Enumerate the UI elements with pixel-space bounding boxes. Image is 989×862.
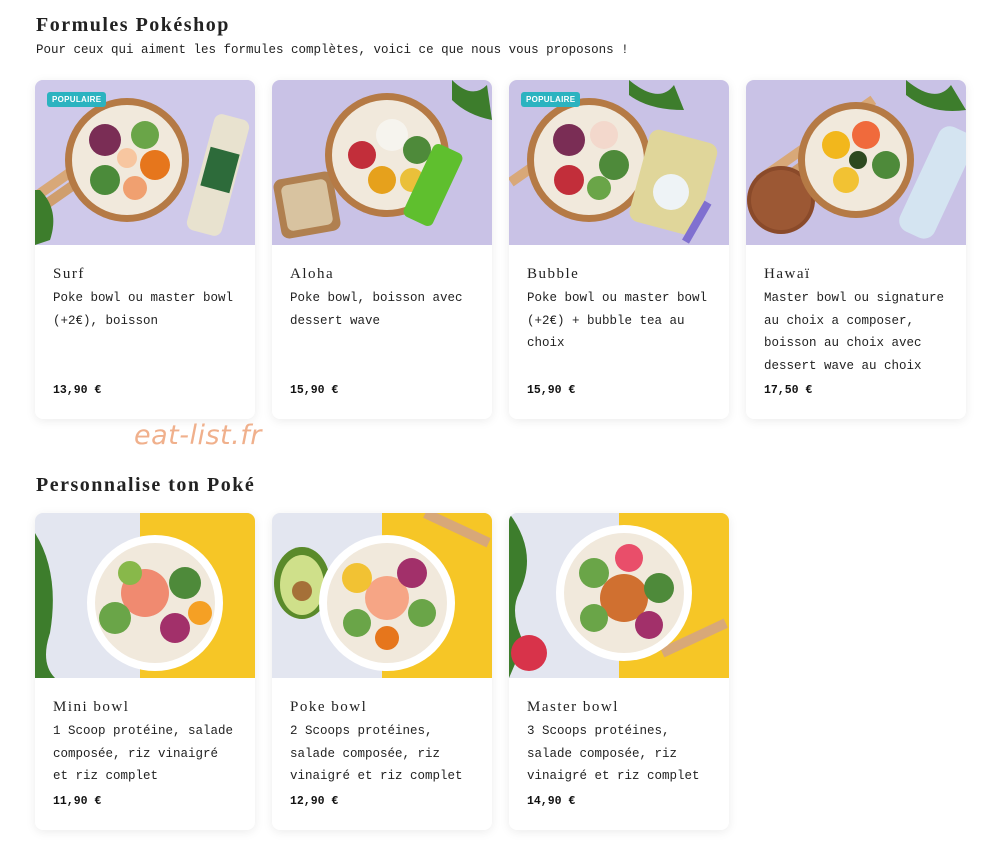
card-name: Bubble: [527, 266, 580, 282]
personnalise-grid: Mini bowl 1 Scoop protéine, salade compo…: [35, 513, 729, 830]
section-title-formules: Formules Pokéshop: [36, 14, 230, 36]
card-description: Poke bowl ou master bowl (+2€) + bubble …: [527, 291, 708, 350]
card-name: Hawaï: [764, 266, 811, 282]
card-price: 13,90 €: [53, 384, 102, 397]
card-description: 1 Scoop protéine, salade composée, riz v…: [53, 724, 234, 783]
card-image-aloha: [272, 80, 492, 245]
card-description: Poke bowl ou master bowl (+2€), boisson: [53, 291, 234, 328]
card-image-hawai: [746, 80, 966, 245]
card-description: Master bowl ou signature au choix a comp…: [764, 291, 945, 373]
card-description: 2 Scoops protéines, salade composée, riz…: [290, 724, 463, 783]
menu-card-poke-bowl[interactable]: Poke bowl 2 Scoops protéines, salade com…: [272, 513, 492, 830]
card-price: 17,50 €: [764, 384, 813, 397]
card-image-bubble: POPULAIRE: [509, 80, 729, 245]
section-subtitle-formules: Pour ceux qui aiment les formules complè…: [36, 43, 629, 57]
popular-badge: POPULAIRE: [521, 92, 581, 107]
card-description: 3 Scoops protéines, salade composée, riz…: [527, 724, 700, 783]
menu-card-aloha[interactable]: Aloha Poke bowl, boisson avec dessert wa…: [272, 80, 492, 419]
section-title-personnalise: Personnalise ton Poké: [36, 474, 256, 496]
watermark: eat-list.fr: [134, 420, 262, 451]
card-name: Master bowl: [527, 699, 619, 715]
menu-card-mini-bowl[interactable]: Mini bowl 1 Scoop protéine, salade compo…: [35, 513, 255, 830]
card-image-master-bowl: [509, 513, 729, 678]
card-price: 12,90 €: [290, 795, 339, 808]
card-price: 15,90 €: [290, 384, 339, 397]
card-name: Mini bowl: [53, 699, 130, 715]
menu-card-master-bowl[interactable]: Master bowl 3 Scoops protéines, salade c…: [509, 513, 729, 830]
card-image-poke-bowl: [272, 513, 492, 678]
card-image-surf: POPULAIRE: [35, 80, 255, 245]
menu-card-surf[interactable]: POPULAIRE Surf Poke bowl ou master bowl …: [35, 80, 255, 419]
menu-card-hawai[interactable]: Hawaï Master bowl ou signature au choix …: [746, 80, 966, 419]
card-name: Aloha: [290, 266, 335, 282]
card-name: Poke bowl: [290, 699, 368, 715]
formules-grid: POPULAIRE Surf Poke bowl ou master bowl …: [35, 80, 966, 419]
card-image-mini-bowl: [35, 513, 255, 678]
card-price: 11,90 €: [53, 795, 102, 808]
card-price: 15,90 €: [527, 384, 576, 397]
card-price: 14,90 €: [527, 795, 576, 808]
card-name: Surf: [53, 266, 85, 282]
menu-card-bubble[interactable]: POPULAIRE Bubble Poke bowl ou master bow…: [509, 80, 729, 419]
card-description: Poke bowl, boisson avec dessert wave: [290, 291, 463, 328]
popular-badge: POPULAIRE: [47, 92, 107, 107]
